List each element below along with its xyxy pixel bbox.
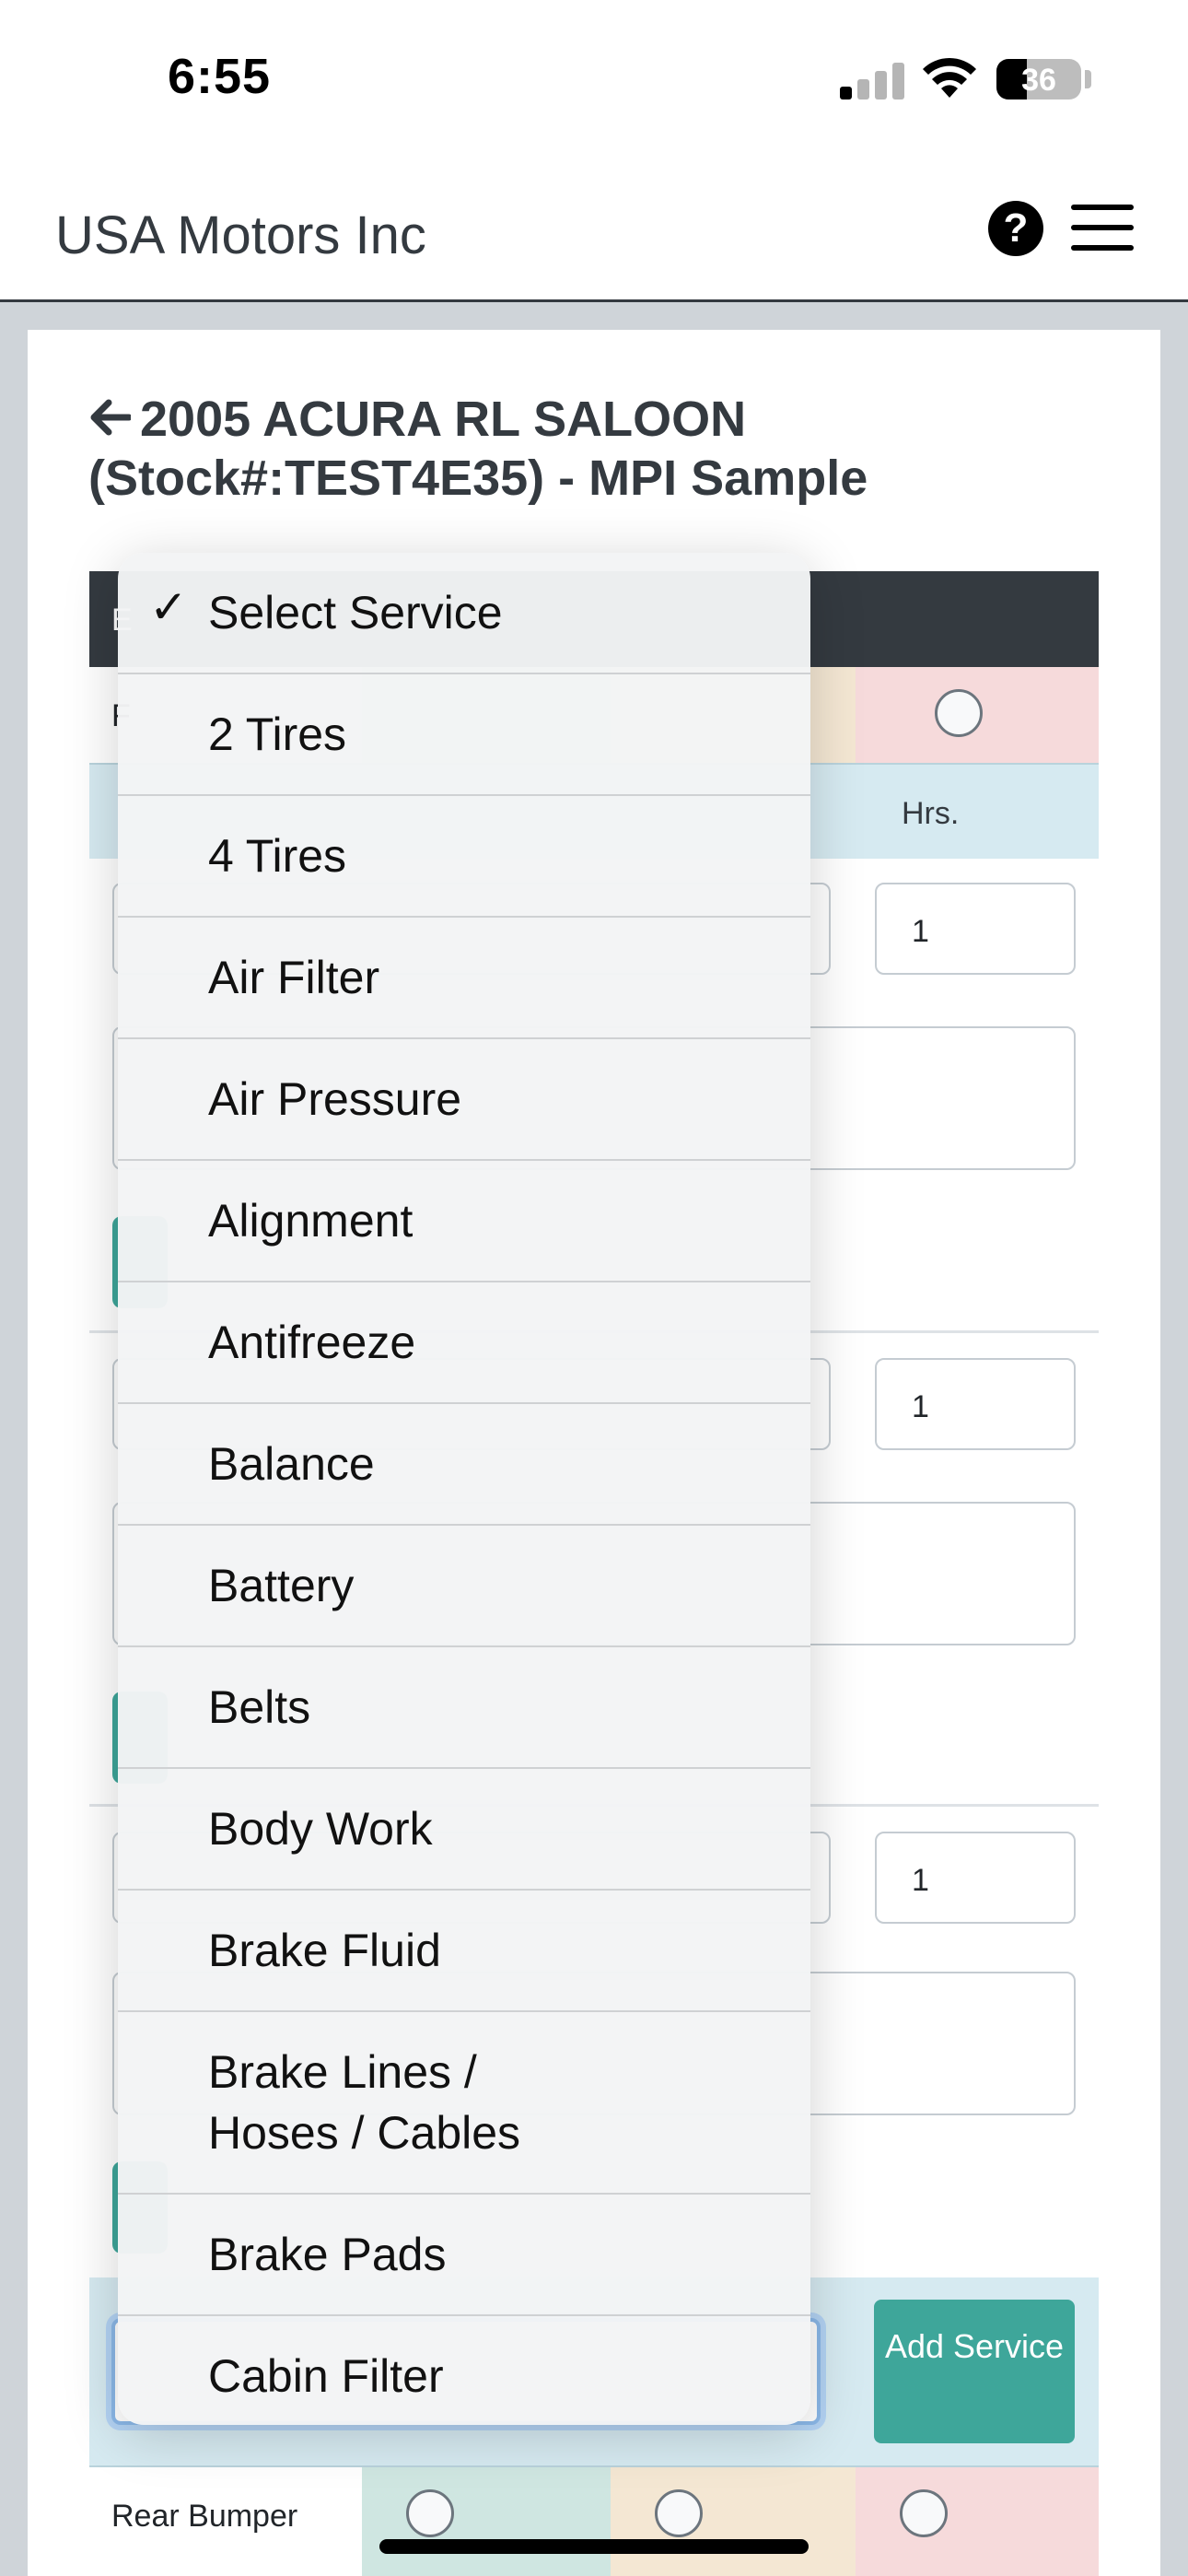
dropdown-option[interactable]: Brake Pads (118, 2195, 810, 2316)
dropdown-option[interactable]: 2 Tires (118, 674, 810, 796)
checkmark-icon: ✓ (149, 581, 188, 633)
dropdown-option[interactable]: Belts (118, 1647, 810, 1769)
rear-bumper-radio-warn[interactable] (655, 2489, 703, 2537)
dropdown-option[interactable]: Air Filter (118, 918, 810, 1039)
brand-name[interactable]: USA Motors Inc (55, 205, 426, 266)
dropdown-option[interactable]: Body Work (118, 1769, 810, 1891)
rear-bumper-radio-bad[interactable] (900, 2489, 948, 2537)
dropdown-option[interactable]: ✓ Select Service (118, 553, 810, 674)
rating-radio-bad[interactable] (935, 689, 983, 737)
cellular-signal-icon (840, 61, 906, 100)
dropdown-option[interactable]: Brake Fluid (118, 1891, 810, 2012)
battery-percent: 36 (1021, 63, 1056, 98)
page-title: 2005 ACURA RL SALOON (Stock#:TEST4E35) -… (88, 390, 1101, 508)
hours-input-3[interactable]: 1 (875, 1832, 1076, 1924)
add-service-button[interactable]: Add Service (874, 2300, 1075, 2443)
status-time: 6:55 (168, 49, 272, 104)
rear-bumper-label: Rear Bumper (111, 2499, 298, 2534)
dropdown-option[interactable]: Alignment (118, 1161, 810, 1282)
dropdown-option[interactable]: Brake Lines / Hoses / Cables (118, 2012, 810, 2195)
dropdown-option[interactable]: Air Pressure (118, 1039, 810, 1161)
home-indicator[interactable] (379, 2539, 809, 2554)
wifi-icon (923, 57, 976, 98)
arrow-left-icon[interactable] (88, 390, 140, 449)
help-icon[interactable]: ? (988, 201, 1043, 256)
status-bar: 6:55 36 (0, 0, 1188, 157)
battery-icon: 36 (996, 59, 1081, 100)
dropdown-option[interactable]: Battery (118, 1526, 810, 1647)
hamburger-menu-icon[interactable] (1071, 205, 1134, 251)
dropdown-option[interactable]: Antifreeze (118, 1282, 810, 1404)
battery-tip (1085, 70, 1091, 88)
hours-input-2[interactable]: 1 (875, 1358, 1076, 1450)
dropdown-option[interactable]: Cabin Filter (118, 2316, 810, 2425)
rear-bumper-radio-good[interactable] (406, 2489, 454, 2537)
dropdown-option[interactable]: 4 Tires (118, 796, 810, 918)
hours-column-label: Hrs. (902, 796, 960, 831)
hours-input-1[interactable]: 1 (875, 883, 1076, 975)
service-dropdown-menu: ✓ Select Service 2 Tires 4 Tires Air Fil… (118, 553, 810, 2425)
vehicle-title: 2005 ACURA RL SALOON (Stock#:TEST4E35) -… (88, 392, 868, 506)
dropdown-option[interactable]: Balance (118, 1404, 810, 1526)
app-navbar: USA Motors Inc ? (0, 157, 1188, 302)
